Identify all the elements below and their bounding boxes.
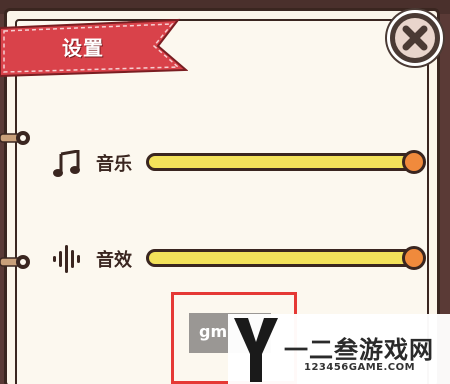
binder-ring-icon	[0, 131, 30, 145]
watermark-logo-icon	[234, 318, 278, 382]
close-x-icon	[402, 25, 428, 51]
music-slider[interactable]	[146, 153, 416, 171]
music-label: 音乐	[96, 154, 132, 175]
sound-wave-icon	[53, 245, 80, 273]
close-button[interactable]	[387, 10, 443, 66]
sound-effect-slider-knob[interactable]	[402, 246, 426, 270]
music-note-icon	[53, 150, 80, 177]
binder-ring-icon	[0, 255, 30, 269]
watermark-url: 123456GAME.COM	[304, 362, 416, 373]
dialog-title: 设置	[62, 36, 104, 60]
music-slider-knob[interactable]	[402, 150, 426, 174]
sound-effect-label: 音效	[96, 250, 132, 271]
sound-effect-slider[interactable]	[146, 249, 416, 267]
watermark-brand: 一二叁游戏网	[284, 336, 434, 364]
